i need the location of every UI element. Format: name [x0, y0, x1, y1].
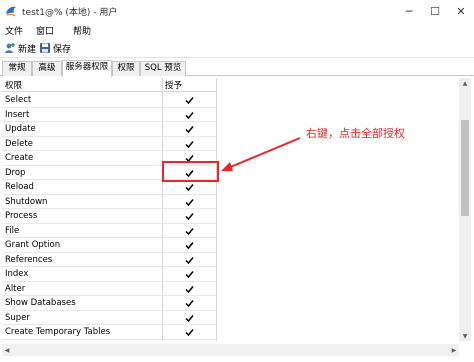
menu-bar: 文件 窗口 帮助	[0, 22, 474, 38]
tab-advanced[interactable]: 高级	[32, 61, 62, 76]
privilege-name: Create	[5, 153, 34, 163]
grant-checkbox[interactable]	[185, 212, 194, 221]
grant-checkbox[interactable]	[185, 198, 194, 207]
privilege-name: Insert	[5, 109, 30, 120]
privilege-name: Update	[5, 124, 36, 134]
table-row[interactable]: References	[2, 253, 216, 267]
privilege-name: Show Databases	[5, 298, 76, 308]
grant-checkbox[interactable]	[185, 125, 194, 134]
privilege-name: Index	[5, 269, 29, 279]
menu-window[interactable]: 窗口	[36, 24, 54, 37]
tab-bar: 常规 高级 服务器权限 权限 SQL 预览	[0, 60, 474, 77]
checkmark-icon	[185, 300, 194, 308]
table-row[interactable]: Process	[2, 209, 216, 224]
tab-sql-preview[interactable]: SQL 预览	[140, 61, 186, 76]
tab-server-privileges[interactable]: 服务器权限	[62, 60, 112, 77]
scroll-down-icon[interactable]: ▼	[459, 331, 471, 341]
checkmark-icon	[185, 242, 194, 250]
grid-header: 权限 授予	[2, 78, 216, 92]
grant-checkbox[interactable]	[185, 96, 194, 105]
privilege-name: Create Temporary Tables	[5, 327, 111, 337]
table-row[interactable]: Reload	[2, 180, 216, 195]
checkmark-icon	[185, 213, 194, 221]
new-button-label: 新建	[18, 44, 37, 55]
save-button[interactable]: 保存	[39, 41, 71, 55]
app-icon	[6, 6, 16, 17]
grant-checkbox[interactable]	[185, 241, 194, 250]
title-bar: test1@% (本地) - 用户 ─ ☐ ✕	[0, 0, 474, 22]
maximize-button[interactable]: ☐	[422, 0, 448, 22]
privilege-name: References	[5, 254, 53, 265]
annotation-highlight-box	[162, 161, 219, 182]
grant-checkbox[interactable]	[185, 270, 194, 279]
scroll-up-icon[interactable]: ▲	[459, 78, 471, 88]
privilege-name: Select	[5, 95, 32, 105]
grant-checkbox[interactable]	[185, 314, 194, 323]
privilege-name: Shutdown	[5, 196, 48, 207]
new-button[interactable]: 新建	[4, 41, 36, 55]
header-grant[interactable]: 授予	[165, 79, 182, 91]
checkmark-icon	[185, 97, 194, 105]
grant-checkbox[interactable]	[185, 328, 194, 337]
grant-checkbox[interactable]	[185, 140, 194, 149]
privilege-name: Reload	[5, 182, 34, 192]
privilege-name: Delete	[5, 138, 33, 149]
grant-checkbox[interactable]	[185, 285, 194, 294]
tab-privileges[interactable]: 权限	[112, 61, 140, 76]
table-row[interactable]: Grant Option	[2, 238, 216, 253]
table-row[interactable]: Show Databases	[2, 296, 216, 311]
vertical-scrollbar[interactable]: ▲ ▼	[459, 78, 471, 341]
checkmark-icon	[185, 271, 194, 279]
privilege-name: Drop	[5, 167, 26, 178]
new-user-icon	[5, 43, 15, 53]
privilege-name: Alter	[5, 283, 26, 294]
scroll-left-icon[interactable]: ◀	[2, 344, 12, 356]
save-disk-icon	[40, 43, 50, 53]
table-row[interactable]: Update	[2, 122, 216, 137]
grant-checkbox[interactable]	[185, 227, 194, 236]
checkmark-icon	[185, 184, 194, 192]
save-button-label: 保存	[53, 44, 72, 55]
table-row[interactable]: Delete	[2, 137, 216, 151]
checkmark-icon	[185, 329, 194, 337]
checkmark-icon	[185, 140, 194, 148]
grant-checkbox[interactable]	[185, 111, 194, 120]
grant-checkbox[interactable]	[185, 183, 194, 192]
checkmark-icon	[185, 314, 194, 322]
tab-general[interactable]: 常规	[2, 61, 32, 76]
checkmark-icon	[185, 111, 194, 119]
privilege-name: Grant Option	[5, 240, 61, 250]
checkmark-icon	[185, 198, 194, 206]
checkmark-icon	[185, 227, 194, 235]
scroll-right-icon[interactable]: ▶	[449, 344, 459, 356]
minimize-button[interactable]: ─	[396, 0, 422, 22]
close-button[interactable]: ✕	[448, 0, 474, 22]
checkmark-icon	[185, 285, 194, 293]
privilege-name: Process	[5, 211, 38, 221]
checkmark-icon	[185, 126, 194, 134]
privileges-grid: 权限 授予 Select Insert Update Delete Create Drop…	[2, 78, 458, 341]
header-privilege[interactable]: 权限	[5, 79, 22, 91]
table-row[interactable]: Insert	[2, 108, 216, 122]
menu-file[interactable]: 文件	[5, 24, 23, 37]
toolbar: 新建 保存	[0, 38, 474, 58]
horizontal-scrollbar[interactable]: ◀ ▶	[2, 344, 459, 356]
checkmark-icon	[185, 256, 194, 264]
table-row[interactable]: Create Temporary Tables	[2, 325, 216, 340]
table-row[interactable]: Select	[2, 93, 216, 108]
menu-help[interactable]: 帮助	[73, 24, 91, 37]
table-row[interactable]: Shutdown	[2, 195, 216, 209]
table-row[interactable]: Index	[2, 267, 216, 282]
annotation-text: 右键，点击全部授权	[306, 127, 405, 140]
table-row[interactable]: Super	[2, 311, 216, 325]
table-row[interactable]: Alter	[2, 282, 216, 296]
table-row[interactable]: File	[2, 224, 216, 238]
privilege-name: Super	[5, 312, 30, 323]
scrollbar-thumb[interactable]	[461, 120, 469, 216]
grant-checkbox[interactable]	[185, 299, 194, 308]
privilege-name: File	[5, 225, 20, 236]
window-title: test1@% (本地) - 用户	[22, 8, 118, 18]
grant-checkbox[interactable]	[185, 256, 194, 265]
column-divider	[216, 78, 217, 341]
